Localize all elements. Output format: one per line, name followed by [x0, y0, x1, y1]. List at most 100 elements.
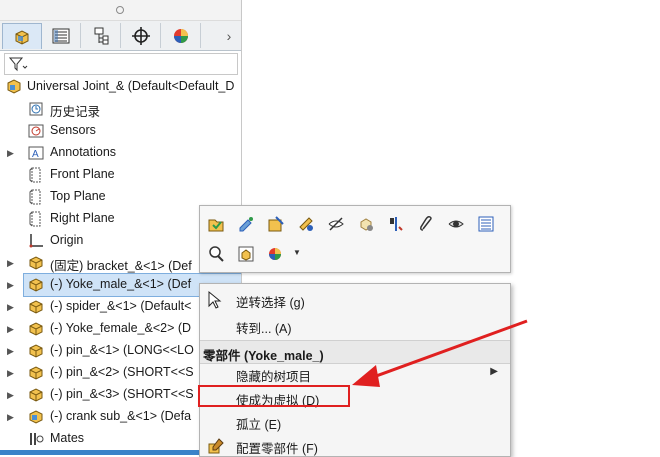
history-icon [29, 102, 43, 116]
tree-item-label: (-) pin_&<2> (SHORT<<S [50, 365, 194, 379]
sensors-icon [28, 124, 44, 138]
configure-component-icon [208, 438, 224, 454]
manager-tabs: › [0, 21, 241, 51]
expand-chevron-icon[interactable]: ▶ [7, 301, 15, 313]
tree-item-label: (-) Yoke_female_&<2> (D [50, 321, 192, 335]
toolbar-button-zoom-to-selection[interactable] [205, 243, 227, 265]
component-properties-icon [238, 246, 254, 262]
open-part-icon [208, 219, 224, 232]
menu-label: 隐藏的树项目 [236, 370, 312, 384]
menu-label: 孤立 (E) [236, 418, 282, 432]
context-toolbar: ▼ [199, 205, 511, 273]
part-icon [29, 322, 43, 336]
toolbar-button-isolate[interactable] [355, 213, 377, 235]
toolbar-button-paperclip[interactable] [415, 213, 437, 235]
tab-feature-manager[interactable] [2, 23, 42, 49]
tree-item[interactable]: Sensors [0, 120, 241, 142]
tree-item[interactable]: 历史记录 [0, 98, 241, 120]
plane-icon [29, 211, 41, 227]
properties-icon [478, 216, 494, 232]
tree-item-label: (-) pin_&<1> (LONG<<LO [50, 343, 194, 357]
menu-item-invert-selection[interactable]: 逆转选择 (g) [200, 288, 510, 310]
tree-item-label: (-) crank sub_&<1> (Defa [50, 409, 192, 423]
expand-chevron-icon[interactable]: ▶ [7, 411, 15, 423]
more-tabs-chevron-icon[interactable]: › [220, 27, 238, 45]
annotations-icon: A [28, 146, 44, 160]
tab-configuration-manager[interactable] [82, 23, 121, 48]
filter-icon [8, 57, 28, 72]
toolbar-button-edit-part[interactable] [235, 213, 257, 235]
origin-icon [29, 234, 43, 248]
tree-item-label: Origin [50, 233, 84, 247]
menu-label: 逆转选择 (g) [236, 296, 305, 310]
hide-icon [328, 217, 344, 231]
property-manager-icon [52, 28, 70, 43]
color-dropdown-arrow-icon[interactable]: ▼ [293, 248, 301, 257]
plane-icon [29, 189, 41, 205]
expand-chevron-icon[interactable]: ▶ [7, 367, 15, 379]
tab-dimxpert-manager[interactable] [122, 23, 161, 48]
zoom-to-selection-icon [209, 246, 224, 262]
tree-item-label: Front Plane [50, 167, 115, 181]
tab-display-manager[interactable] [162, 23, 201, 48]
edit-assembly-icon [268, 216, 284, 232]
tree-item-label: (-) Yoke_male_&<1> (Def [50, 277, 192, 291]
plane-icon [29, 167, 41, 183]
mates-icon [30, 433, 44, 445]
expand-chevron-icon[interactable]: ▶ [7, 389, 15, 401]
grip-dot-icon [116, 6, 124, 14]
toolbar-button-appearance[interactable] [295, 213, 317, 235]
tree-item[interactable]: Front Plane [0, 164, 241, 186]
toolbar-button-component-properties[interactable] [235, 243, 257, 265]
tree-root-label: Universal Joint_& (Default<Default_D [27, 79, 235, 93]
tree-item-label: Mates [50, 431, 85, 445]
svg-text:A: A [32, 149, 39, 160]
expand-chevron-icon[interactable]: ▶ [7, 345, 15, 357]
expand-chevron-icon[interactable]: ▶ [7, 279, 15, 291]
tree-item-label: Annotations [50, 145, 117, 159]
paperclip-icon [420, 216, 432, 231]
menu-item-isolate[interactable]: 孤立 (E) [200, 410, 510, 432]
toolbar-button-properties[interactable] [475, 213, 497, 235]
dimxpert-icon [132, 26, 150, 45]
part-icon [29, 366, 43, 380]
tree-item[interactable]: ▶ A Annotations [0, 142, 241, 164]
appearance-icon [299, 217, 313, 231]
toolbar-button-color[interactable] [265, 243, 287, 265]
feature-manager-icon [15, 29, 29, 45]
part-icon [29, 300, 43, 314]
tree-item-label: (-) spider_&<1> (Default< [50, 299, 192, 313]
part-icon [29, 256, 43, 270]
color-icon [269, 248, 281, 260]
tree-item-label: Sensors [50, 123, 96, 137]
expand-chevron-icon[interactable]: ▶ [7, 323, 15, 335]
isolate-icon [360, 218, 373, 231]
tree-filter[interactable] [4, 53, 238, 75]
highlight-box [198, 385, 350, 407]
part-icon [29, 344, 43, 358]
part-icon [29, 388, 43, 402]
transparency-icon [448, 220, 464, 228]
tree-root-assembly[interactable]: Universal Joint_& (Default<Default_D [0, 76, 241, 98]
subassembly-icon [29, 410, 43, 424]
toolbar-button-edit-assembly[interactable] [265, 213, 287, 235]
expand-chevron-icon[interactable]: ▶ [7, 257, 15, 269]
assembly-icon [7, 79, 21, 94]
tab-property-manager[interactable] [42, 23, 81, 48]
menu-label: 转到... (A) [236, 322, 292, 336]
toolbar-button-transparency[interactable] [445, 213, 467, 235]
display-manager-icon [174, 28, 188, 43]
toolbar-button-open-part[interactable] [205, 213, 227, 235]
toolbar-button-fix-float[interactable] [385, 213, 407, 235]
part-icon [29, 278, 43, 292]
edit-part-icon [239, 217, 253, 232]
panel-grip[interactable] [0, 0, 241, 21]
tree-item-label: Right Plane [50, 211, 115, 225]
expand-chevron-icon[interactable]: ▶ [7, 147, 15, 159]
tree-item-label: (-) pin_&<3> (SHORT<<S [50, 387, 194, 401]
tree-item-label: 历史记录 [50, 105, 101, 119]
menu-item-configure-component[interactable]: 配置零部件 (F) [200, 434, 510, 456]
invert-selection-icon [208, 290, 222, 309]
toolbar-button-hide[interactable] [325, 213, 347, 235]
annotation-arrow-icon [352, 319, 528, 387]
